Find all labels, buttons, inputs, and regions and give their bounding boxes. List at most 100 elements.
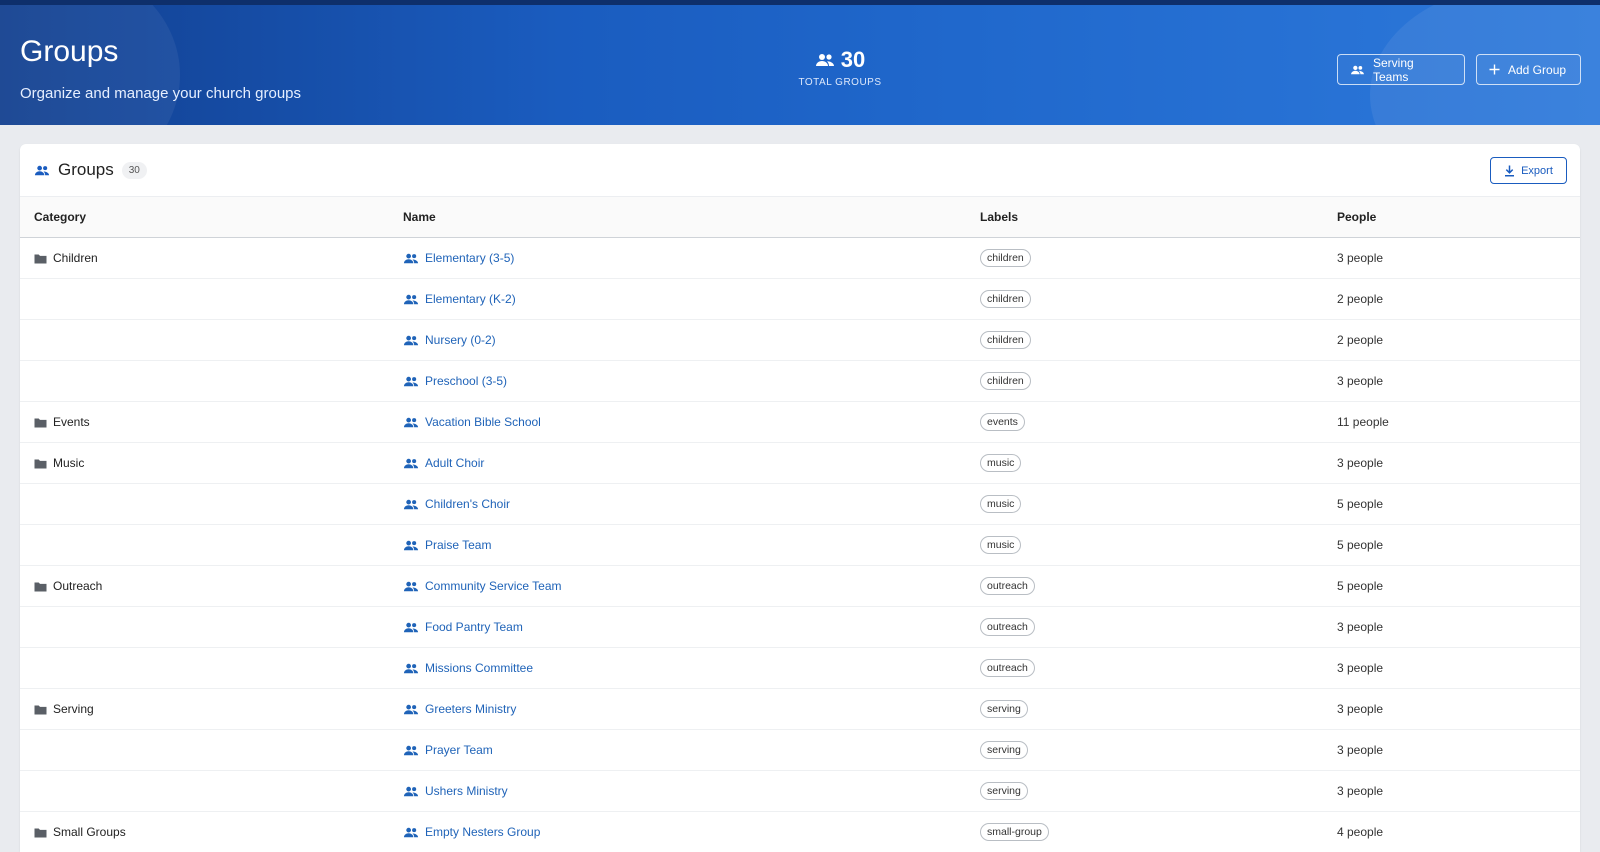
label-chip[interactable]: outreach [980,577,1035,595]
download-icon [1504,165,1515,177]
name-cell[interactable]: Prayer Team [403,743,980,757]
label-chip[interactable]: music [980,536,1022,554]
name-cell[interactable]: Elementary (3-5) [403,251,980,265]
label-chip[interactable]: serving [980,700,1028,718]
name-cell[interactable]: Preschool (3-5) [403,374,980,388]
group-icon [34,165,50,176]
labels-cell: children [980,331,1337,349]
table-row[interactable]: Missions Committee outreach 3 people [20,648,1580,689]
name-cell[interactable]: Empty Nesters Group [403,825,980,839]
label-chip[interactable]: small-group [980,823,1049,841]
label-chip[interactable]: children [980,372,1031,390]
table-row[interactable]: Prayer Team serving 3 people [20,730,1580,771]
group-icon [403,622,419,633]
folder-icon [34,581,47,592]
table-row[interactable]: Serving Greeters Ministry serving 3 people [20,689,1580,730]
group-icon [403,786,419,797]
table-row[interactable]: Food Pantry Team outreach 3 people [20,607,1580,648]
name-cell[interactable]: Ushers Ministry [403,784,980,798]
category-cell: Music [20,456,403,470]
name-cell[interactable]: Food Pantry Team [403,620,980,634]
table-body: Children Elementary (3-5) children 3 people… [20,238,1580,852]
label-chip[interactable]: serving [980,782,1028,800]
labels-cell: events [980,413,1337,431]
group-name-link[interactable]: Ushers Ministry [425,784,508,798]
label-chip[interactable]: events [980,413,1025,431]
table-row[interactable]: Small Groups Empty Nesters Group small-gro… [20,812,1580,852]
group-name-link[interactable]: Greeters Ministry [425,702,516,716]
labels-cell: children [980,372,1337,390]
name-cell[interactable]: Children's Choir [403,497,980,511]
name-cell[interactable]: Missions Committee [403,661,980,675]
group-name-link[interactable]: Nursery (0-2) [425,333,496,347]
category-label: Serving [53,702,94,716]
table-row[interactable]: Ushers Ministry serving 3 people [20,771,1580,812]
label-chip[interactable]: outreach [980,618,1035,636]
group-name-link[interactable]: Praise Team [425,538,491,552]
group-name-link[interactable]: Vacation Bible School [425,415,541,429]
add-group-label: Add Group [1508,62,1567,77]
table-row[interactable]: Outreach Community Service Team outreach 5 … [20,566,1580,607]
labels-cell: outreach [980,577,1337,595]
group-name-link[interactable]: Empty Nesters Group [425,825,540,839]
page-title: Groups [20,35,119,68]
label-chip[interactable]: outreach [980,659,1035,677]
serving-teams-label: Serving Teams [1373,55,1414,84]
folder-icon [34,253,47,264]
group-icon [403,417,419,428]
group-name-link[interactable]: Food Pantry Team [425,620,523,634]
table-row[interactable]: Children's Choir music 5 people [20,484,1580,525]
category-cell: Serving [20,702,403,716]
table-row[interactable]: Children Elementary (3-5) children 3 people [20,238,1580,279]
table-row[interactable]: Music Adult Choir music 3 people [20,443,1580,484]
group-icon [1350,65,1365,75]
group-name-link[interactable]: Missions Committee [425,661,533,675]
people-count: 3 people [1337,784,1384,798]
export-button[interactable]: Export [1490,157,1567,184]
group-icon [403,376,419,387]
table-row[interactable]: Preschool (3-5) children 3 people [20,361,1580,402]
group-name-link[interactable]: Adult Choir [425,456,484,470]
group-name-link[interactable]: Prayer Team [425,743,493,757]
label-chip[interactable]: children [980,249,1031,267]
column-header-name[interactable]: Name [403,210,980,224]
folder-icon [34,417,47,428]
group-name-link[interactable]: Community Service Team [425,579,562,593]
table-row[interactable]: Elementary (K-2) children 2 people [20,279,1580,320]
table-row[interactable]: Nursery (0-2) children 2 people [20,320,1580,361]
folder-icon [34,704,47,715]
name-cell[interactable]: Nursery (0-2) [403,333,980,347]
category-cell: Events [20,415,403,429]
name-cell[interactable]: Praise Team [403,538,980,552]
name-cell[interactable]: Community Service Team [403,579,980,593]
people-count: 3 people [1337,743,1384,757]
serving-teams-button[interactable]: Serving Teams [1337,54,1465,85]
label-chip[interactable]: children [980,331,1031,349]
people-count: 3 people [1337,702,1384,716]
group-name-link[interactable]: Elementary (K-2) [425,292,516,306]
category-label: Outreach [53,579,103,593]
labels-cell: small-group [980,823,1337,841]
column-header-labels[interactable]: Labels [980,210,1337,224]
name-cell[interactable]: Elementary (K-2) [403,292,980,306]
label-chip[interactable]: children [980,290,1031,308]
column-header-category[interactable]: Category [20,210,403,224]
label-chip[interactable]: music [980,454,1022,472]
column-header-people[interactable]: People [1337,210,1580,224]
name-cell[interactable]: Vacation Bible School [403,415,980,429]
category-label: Events [53,415,90,429]
group-name-link[interactable]: Preschool (3-5) [425,374,507,388]
label-chip[interactable]: music [980,495,1022,513]
table-row[interactable]: Events Vacation Bible School events 11 peop… [20,402,1580,443]
add-group-button[interactable]: Add Group [1476,54,1581,85]
name-cell[interactable]: Greeters Ministry [403,702,980,716]
groups-card: Groups 30 Export Category Name Labels Pe… [20,144,1580,852]
label-chip[interactable]: serving [980,741,1028,759]
table-row[interactable]: Praise Team music 5 people [20,525,1580,566]
category-cell: Children [20,251,403,265]
group-name-link[interactable]: Elementary (3-5) [425,251,514,265]
name-cell[interactable]: Adult Choir [403,456,980,470]
group-icon [403,499,419,510]
group-name-link[interactable]: Children's Choir [425,497,510,511]
people-count: 2 people [1337,292,1384,306]
